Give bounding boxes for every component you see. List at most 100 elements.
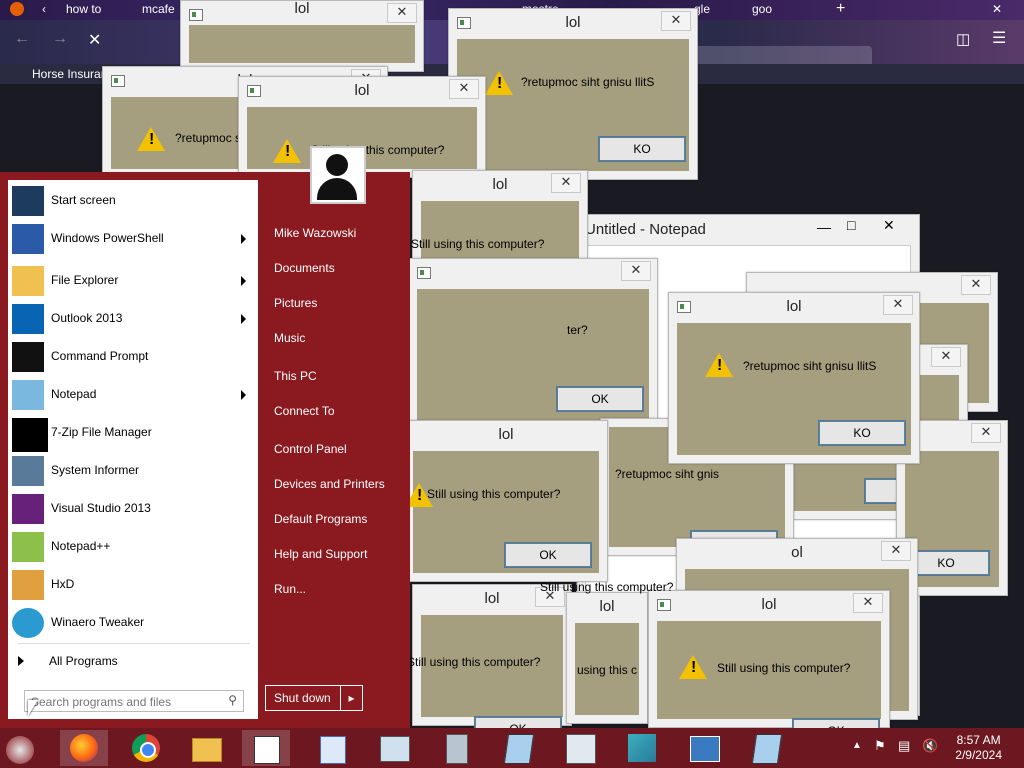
start-link-documents[interactable]: Documents [274,261,335,275]
user-name[interactable]: Mike Wazowski [274,226,356,240]
7zip-icon [12,418,48,452]
visual-studio-icon [12,494,44,524]
winaero-icon [12,608,44,638]
start-item-command-prompt[interactable]: Command Prompt [8,338,258,376]
file-explorer-icon [192,738,222,762]
back-tab-arrow[interactable]: ‹ [42,0,46,20]
close-icon[interactable]: ✕ [883,217,895,234]
message-box: ✕ ter? OK [408,258,658,430]
taskbar-notepad-3[interactable] [742,730,790,766]
browser-tab-2[interactable]: mcafe [142,0,178,20]
start-item-hxd[interactable]: HxD [8,566,258,604]
start-item-7zip[interactable]: 7-Zip File Manager [8,414,258,452]
taskbar-registry-editor[interactable] [618,730,666,766]
start-item-outlook[interactable]: Outlook 2013 [8,300,258,338]
start-link-default-programs[interactable]: Default Programs [274,512,367,526]
taskbar-control-panel[interactable] [680,730,728,766]
taskbar-wordpad[interactable] [308,730,356,766]
browser-tab-6[interactable]: goo [752,0,782,20]
start-item-visual-studio[interactable]: Visual Studio 2013 [8,490,258,528]
network-icon[interactable]: ▤ [898,738,910,754]
taskbar-notepad-2[interactable] [494,730,542,766]
message-box: lol ✕ ! ?retupmoc siht gnisu llitS KO [668,292,920,464]
all-programs[interactable]: All Programs [8,646,258,676]
start-link-help-support[interactable]: Help and Support [274,547,367,561]
taskbar-task-manager[interactable] [556,730,604,766]
close-icon[interactable]: ✕ [661,11,691,31]
taskbar-chrome[interactable] [122,730,170,766]
notepad-icon [254,736,280,764]
forward-icon[interactable]: → [52,30,68,48]
start-link-run[interactable]: Run... [274,582,306,596]
start-item-powershell[interactable]: Windows PowerShell [8,220,258,258]
flag-icon[interactable]: ⚑ [874,738,886,754]
taskbar-firefox[interactable] [60,730,108,766]
start-link-pictures[interactable]: Pictures [274,296,317,310]
taskbar-performance-monitor[interactable] [370,730,418,766]
ok-button[interactable]: OK [556,386,644,412]
user-avatar[interactable] [310,146,366,204]
extensions-icon[interactable]: ◫ [956,30,970,48]
search-input[interactable] [29,692,223,711]
control-panel-icon [690,736,720,762]
taskbar-calculator[interactable] [432,730,480,766]
menu-icon[interactable]: ☰ [992,28,1006,48]
start-orb-icon[interactable] [0,730,44,766]
close-icon[interactable]: ✕ [551,173,581,193]
start-item-notepad[interactable]: Notepad [8,376,258,414]
start-screen-icon [12,186,44,216]
warning-icon: ! [273,139,301,163]
close-icon[interactable]: ✕ [931,347,961,367]
start-item-winaero[interactable]: Winaero Tweaker [8,604,258,642]
hxd-icon [12,570,44,600]
warning-icon: ! [137,127,165,151]
taskbar-file-explorer[interactable] [182,730,230,766]
search-icon[interactable]: ⚲ [228,693,237,707]
taskbar-notepad[interactable] [242,730,290,766]
message-box: lol ✕ ! Still using this computer? OK [648,590,890,744]
start-link-devices-printers[interactable]: Devices and Printers [274,477,385,491]
close-icon[interactable]: ✕ [971,423,1001,443]
close-window-icon[interactable]: ✕ [992,0,1002,20]
close-icon[interactable]: ✕ [883,295,913,315]
dialog-title: lol [599,598,615,615]
close-icon[interactable]: ✕ [853,593,883,613]
close-icon[interactable]: ✕ [961,275,991,295]
folder-icon [12,266,44,296]
shutdown-button[interactable]: Shut down ▸ [265,685,363,711]
maximize-icon[interactable]: □ [847,217,855,233]
show-hidden-icons-icon[interactable]: ▲ [852,740,862,751]
close-icon[interactable]: ✕ [621,261,651,281]
close-icon[interactable]: ✕ [449,79,479,99]
taskbar: ▲ ⚑ ▤ 🔇 8:57 AM 2/9/2024 [0,728,1024,768]
browser-tab-1[interactable]: how to [66,0,110,20]
clock-time: 8:57 AM [956,733,1001,747]
back-icon[interactable]: ← [14,30,30,48]
start-link-this-pc[interactable]: This PC [274,369,317,383]
notepad-icon [503,734,535,764]
start-item-notepadpp[interactable]: Notepad++ [8,528,258,566]
outlook-icon [12,304,44,334]
ok-button[interactable]: KO [818,420,906,446]
start-link-connect-to[interactable]: Connect To [274,404,335,418]
start-item-start-screen[interactable]: Start screen [8,182,258,220]
close-icon[interactable]: ✕ [881,541,911,561]
start-item-file-explorer[interactable]: File Explorer [8,262,258,300]
ok-button[interactable]: OK [504,542,592,568]
dialog-title: lol [565,14,581,31]
shutdown-options-arrow-icon[interactable]: ▸ [340,686,362,710]
dialog-message: ?retupmoc s [175,131,242,145]
ok-button[interactable]: KO [598,136,686,162]
dialog-message: Still using this computer? [407,655,541,669]
stop-icon[interactable]: ✕ [88,30,101,50]
taskbar-clock[interactable]: 8:57 AM 2/9/2024 [955,733,1002,763]
volume-muted-icon[interactable]: 🔇 [922,738,938,754]
start-link-music[interactable]: Music [274,331,305,345]
search-programs-box[interactable]: ⚲ [24,690,244,712]
start-link-control-panel[interactable]: Control Panel [274,442,347,456]
start-item-system-informer[interactable]: System Informer [8,452,258,490]
minimize-icon[interactable]: — [817,219,831,235]
new-tab-button[interactable]: + [836,0,845,20]
arrow-right-icon [18,656,24,666]
close-icon[interactable]: ✕ [387,3,417,23]
